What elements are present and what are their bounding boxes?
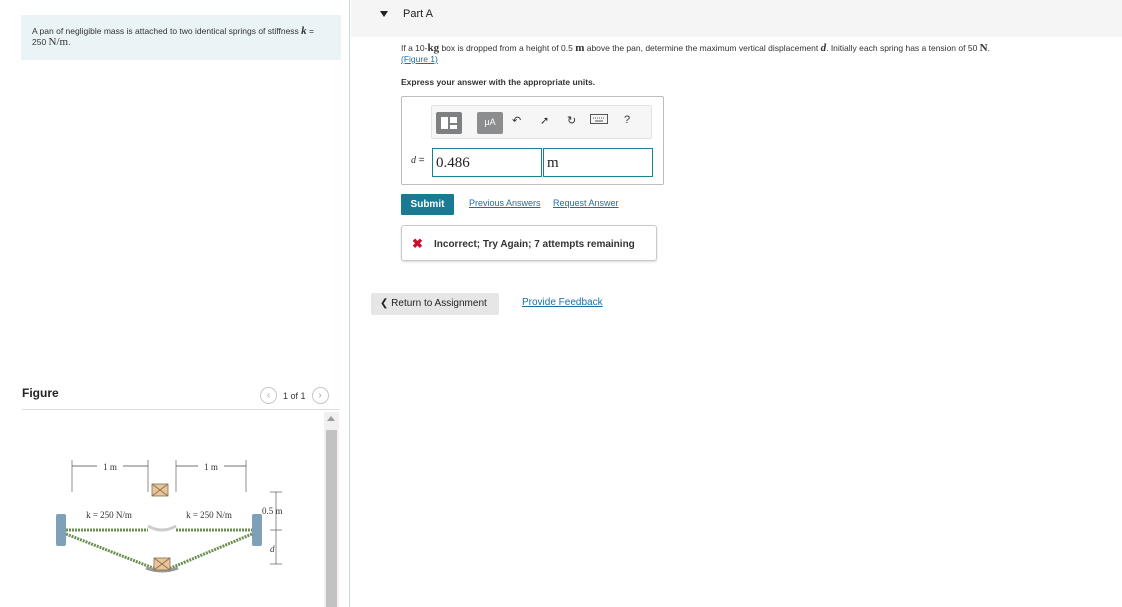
height-label: 0.5 m	[262, 506, 283, 516]
q-unit-kg: kg	[427, 42, 440, 54]
figure-divider	[22, 409, 340, 410]
problem-text: A pan of negligible mass is attached to …	[32, 26, 302, 36]
problem-statement: A pan of negligible mass is attached to …	[21, 15, 341, 60]
disp-label: d	[270, 544, 275, 554]
chevron-right-icon[interactable]: ›	[311, 387, 329, 404]
part-title: Part A	[403, 8, 433, 20]
part-a-header[interactable]: Part A	[351, 0, 1122, 37]
units-button[interactable]: μA	[477, 112, 503, 134]
spring-right-deflected	[165, 532, 253, 572]
q-text: .	[987, 43, 990, 53]
problem-period: .	[68, 37, 71, 47]
reset-icon[interactable]: ↻	[567, 114, 576, 127]
dim-label-right: 1 m	[204, 462, 218, 472]
help-button[interactable]: ?	[624, 114, 630, 126]
scrollbar-thumb[interactable]	[326, 430, 337, 607]
chevron-left-icon: ❮	[380, 298, 389, 309]
spring-label-left: k = 250 N/m	[86, 510, 132, 520]
submit-button[interactable]: Submit	[401, 194, 454, 215]
spring-label-right: k = 250 N/m	[186, 510, 232, 520]
left-panel: A pan of negligible mass is attached to …	[0, 0, 350, 607]
provide-feedback-link[interactable]: Provide Feedback	[522, 297, 603, 308]
feedback-message: Incorrect; Try Again; 7 attempts remaini…	[434, 239, 635, 250]
feedback-box: ✖ Incorrect; Try Again; 7 attempts remai…	[401, 225, 657, 261]
q-text: If a 10-	[401, 43, 428, 53]
q-unit-n: N	[979, 42, 988, 54]
q-text: above the pan, determine the maximum ver…	[584, 43, 821, 53]
right-wall	[252, 514, 262, 546]
templates-icon	[441, 117, 457, 129]
q-text: . Initially each spring has a tension of…	[826, 43, 980, 53]
unit-input[interactable]: m	[543, 148, 653, 177]
request-answer-link[interactable]: Request Answer	[553, 198, 619, 208]
figure-pager: ‹ 1 of 1 ›	[260, 387, 329, 404]
equals-sign: =	[416, 155, 425, 166]
scroll-up-icon[interactable]	[327, 416, 335, 421]
pan-initial	[147, 524, 177, 532]
previous-answers-link[interactable]: Previous Answers	[469, 198, 541, 208]
left-wall	[56, 514, 66, 546]
figure-link[interactable]: (Figure 1)	[401, 54, 438, 64]
spring-pan-figure: 1 m 1 m 0.5 m d k = 250 N/m k = 250 N/m	[56, 460, 283, 573]
undo-icon[interactable]: ↶	[512, 114, 521, 127]
figure-scrollbar[interactable]	[324, 412, 339, 607]
redo-icon[interactable]: ➚	[540, 114, 549, 127]
q-unit-m: m	[575, 42, 585, 54]
figure-label: Figure	[22, 386, 59, 400]
problem-unit: N/m	[48, 36, 69, 48]
return-to-assignment-button[interactable]: ❮ Return to Assignment	[371, 293, 499, 315]
question-text: If a 10-kg box is dropped from a height …	[401, 43, 1101, 65]
express-instruction: Express your answer with the appropriate…	[401, 77, 596, 87]
incorrect-x-icon: ✖	[412, 236, 423, 251]
value-input[interactable]: 0.486	[432, 148, 542, 177]
collapse-triangle-icon[interactable]	[380, 11, 388, 17]
answer-var-label: d =	[411, 155, 425, 166]
return-label: Return to Assignment	[391, 298, 487, 309]
answer-box: μA ↶ ➚ ↻ ? d = 0.486 m	[401, 96, 664, 185]
dim-label-left: 1 m	[103, 462, 117, 472]
math-toolbar: μA ↶ ➚ ↻ ?	[431, 105, 652, 139]
pager-text: 1 of 1	[283, 390, 306, 401]
keyboard-icon[interactable]	[590, 114, 608, 127]
q-text: box is dropped from a height of 0.5	[439, 43, 576, 53]
chevron-left-icon[interactable]: ‹	[260, 387, 277, 404]
templates-button[interactable]	[436, 112, 462, 134]
spring-left-deflected	[65, 532, 159, 572]
